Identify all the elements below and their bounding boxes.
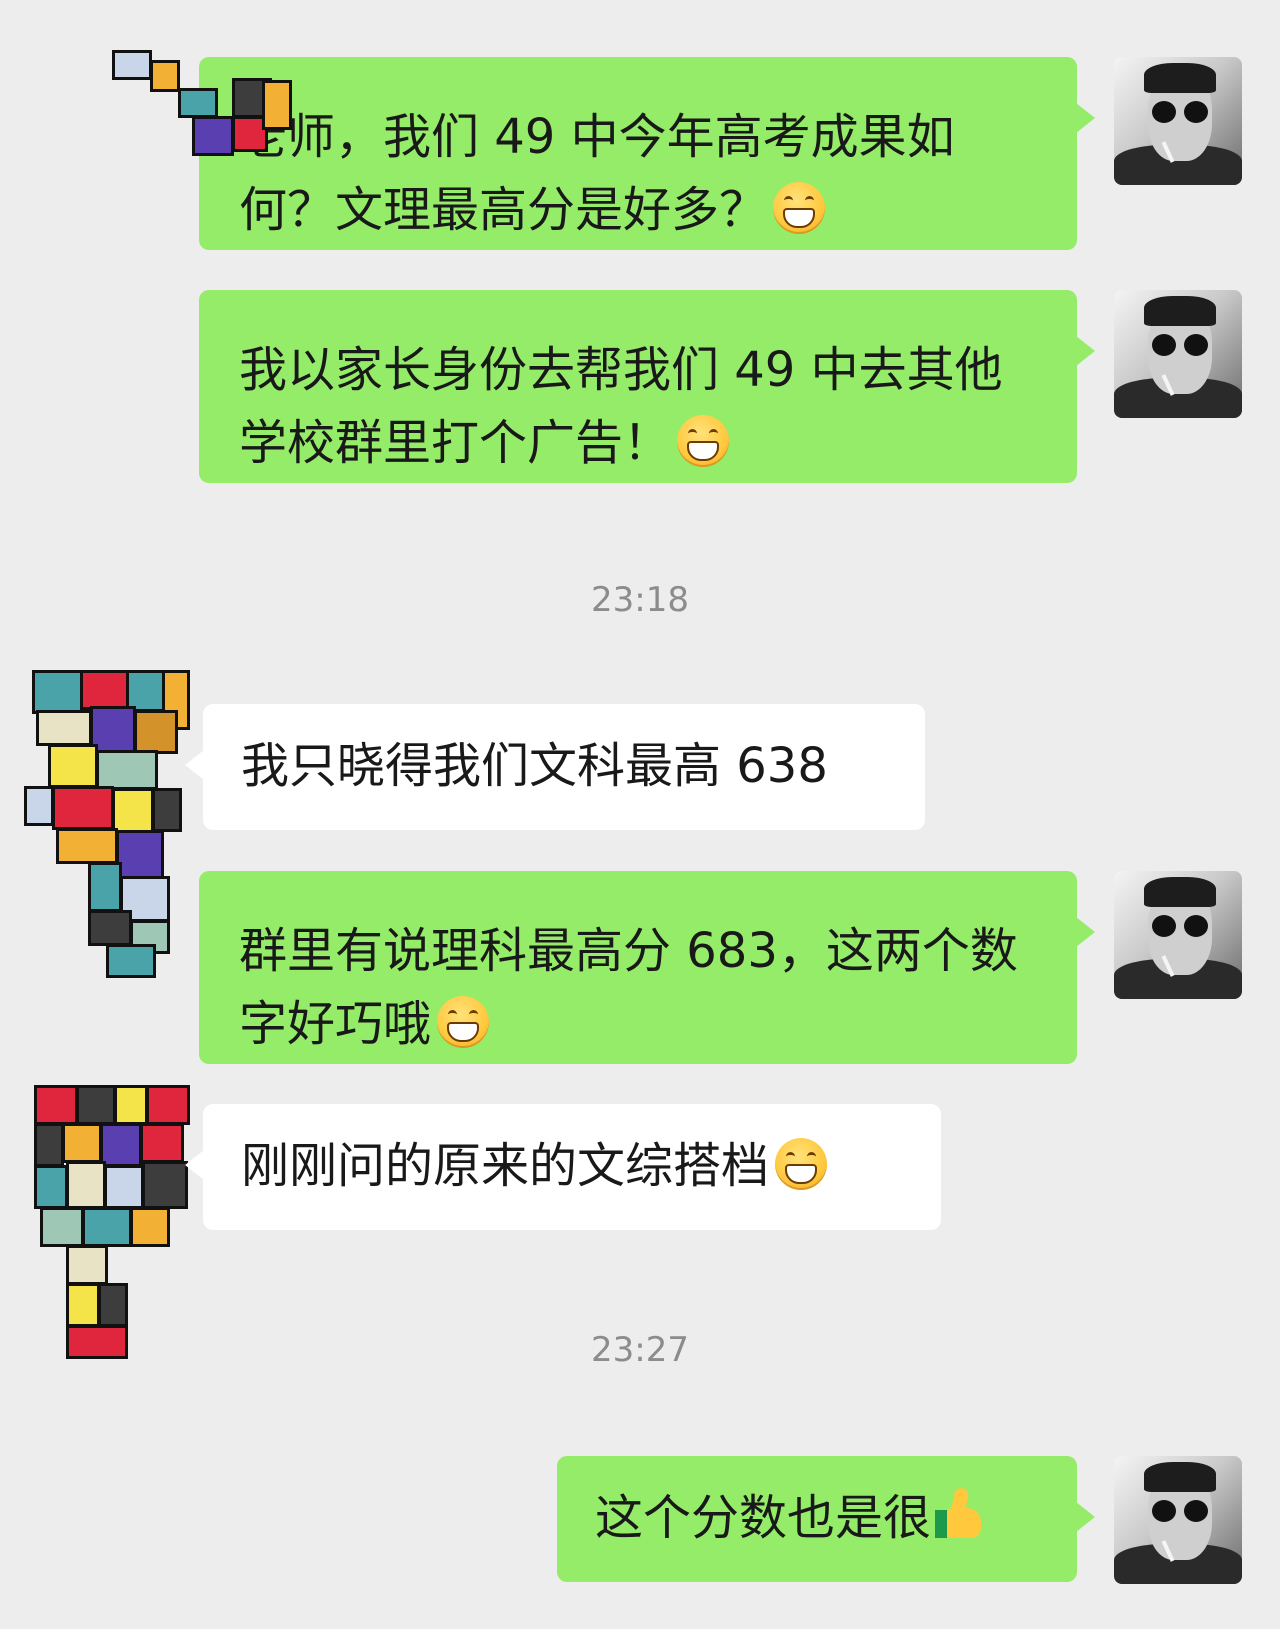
- grinning-face-icon: [773, 182, 826, 234]
- chat-bubble-incoming[interactable]: 刚刚问的原来的文综搭档: [185, 1104, 941, 1230]
- avatar-other-redacted[interactable]: [30, 1085, 198, 1365]
- avatar-self[interactable]: [1114, 1456, 1242, 1584]
- chat-bubble-outgoing[interactable]: 群里有说理科最高分 683，这两个数字好巧哦: [199, 871, 1095, 1064]
- chat-bubble-incoming[interactable]: 我只晓得我们文科最高 638: [185, 704, 925, 830]
- chat-bubble-outgoing[interactable]: 这个分数也是很: [557, 1456, 1095, 1582]
- redaction-mosaic: [112, 50, 292, 170]
- thumbs-up-icon: [935, 1486, 989, 1542]
- avatar-other-redacted[interactable]: [22, 670, 190, 990]
- message-text: 刚刚问的原来的文综搭档: [241, 1138, 770, 1194]
- timestamp: 23:27: [591, 1330, 689, 1370]
- avatar-self[interactable]: [1114, 871, 1242, 999]
- message-text: 我以家长身份去帮我们 49 中去其他学校群里打个广告！: [239, 342, 1003, 471]
- message-text: 我只晓得我们文科最高 638: [241, 738, 828, 794]
- smiling-face-icon: [677, 415, 730, 467]
- grinning-face-icon: [775, 1138, 828, 1190]
- chat-bubble-outgoing[interactable]: 老师，我们 49 中今年高考成果如何？文理最高分是好多？: [199, 57, 1095, 250]
- message-text: 群里有说理科最高分 683，这两个数字好巧哦: [239, 923, 1018, 1052]
- message-text: 这个分数也是很: [595, 1490, 932, 1546]
- avatar-self[interactable]: [1114, 290, 1242, 418]
- message-text: 老师，我们 49 中今年高考成果如何？文理最高分是好多？: [239, 109, 955, 238]
- avatar-self[interactable]: [1114, 57, 1242, 185]
- chat-bubble-outgoing[interactable]: 我以家长身份去帮我们 49 中去其他学校群里打个广告！: [199, 290, 1095, 483]
- grinning-face-icon: [437, 996, 490, 1048]
- timestamp: 23:18: [591, 580, 689, 620]
